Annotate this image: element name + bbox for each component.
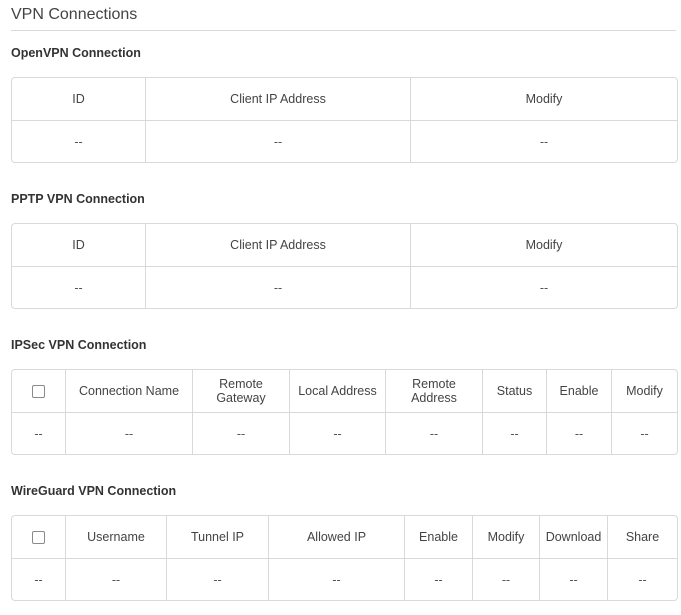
table-header-row: Connection Name Remote Gateway Local Add… <box>12 370 677 413</box>
table-header-row: ID Client IP Address Modify <box>12 78 677 121</box>
cell-select: -- <box>12 559 66 600</box>
column-header-client-ip: Client IP Address <box>146 78 411 121</box>
openvpn-section-title: OpenVPN Connection <box>11 46 141 60</box>
cell-modify: -- <box>539 134 549 149</box>
cell-local-address: -- <box>290 413 386 454</box>
title-divider <box>11 30 676 31</box>
select-all-checkbox[interactable] <box>32 531 45 545</box>
column-header-modify: Modify <box>612 370 677 413</box>
pptp-table: ID Client IP Address Modify -- -- -- <box>11 223 678 309</box>
cell-client-ip: -- <box>146 267 411 308</box>
cell-select: -- <box>12 413 66 454</box>
column-header-remote-address: Remote Address <box>386 370 483 413</box>
column-header-tunnel-ip: Tunnel IP <box>167 516 269 559</box>
cell-id: -- <box>12 267 146 308</box>
cell-username: -- <box>66 559 167 600</box>
cell-client-ip: -- <box>146 121 411 162</box>
column-header-local-address: Local Address <box>290 370 386 413</box>
column-header-modify: Modify <box>473 516 540 559</box>
table-row: -- -- -- <box>12 267 677 308</box>
column-header-modify: Modify <box>411 78 677 121</box>
column-header-allowed-ip: Allowed IP <box>269 516 405 559</box>
wireguard-section-title: WireGuard VPN Connection <box>11 484 177 498</box>
column-header-id: ID <box>12 78 146 121</box>
column-header-status: Status <box>483 370 547 413</box>
select-all-cell <box>12 516 66 559</box>
pptp-section-title: PPTP VPN Connection <box>11 192 145 206</box>
wireguard-table: Username Tunnel IP Allowed IP Enable Mod… <box>11 515 678 601</box>
ipsec-section-title: IPSec VPN Connection <box>11 338 147 352</box>
select-all-checkbox[interactable] <box>32 385 45 399</box>
cell-enable: -- <box>547 413 612 454</box>
column-header-username: Username <box>66 516 167 559</box>
cell-status: -- <box>483 413 547 454</box>
column-header-enable: Enable <box>547 370 612 413</box>
column-header-modify: Modify <box>411 224 677 267</box>
column-header-connection-name: Connection Name <box>66 370 193 413</box>
cell-id: -- <box>12 121 146 162</box>
column-header-id: ID <box>12 224 146 267</box>
cell-modify: -- <box>539 280 549 295</box>
cell-allowed-ip: -- <box>269 559 405 600</box>
column-header-share: Share <box>608 516 677 559</box>
page-title: VPN Connections <box>11 6 138 23</box>
cell-download: -- <box>540 559 608 600</box>
table-header-row: ID Client IP Address Modify <box>12 224 677 267</box>
table-row: -- -- -- <box>12 121 677 162</box>
table-header-row: Username Tunnel IP Allowed IP Enable Mod… <box>12 516 677 559</box>
cell-modify: -- <box>640 426 649 441</box>
cell-connection-name: -- <box>66 413 193 454</box>
openvpn-table: ID Client IP Address Modify -- -- -- <box>11 77 678 163</box>
select-all-cell <box>12 370 66 413</box>
column-header-client-ip: Client IP Address <box>146 224 411 267</box>
table-row: -- -- -- -- -- -- -- -- <box>12 413 677 454</box>
cell-modify: -- <box>473 559 540 600</box>
column-header-download: Download <box>540 516 608 559</box>
cell-tunnel-ip: -- <box>167 559 269 600</box>
cell-share: -- <box>638 572 647 587</box>
column-header-enable: Enable <box>405 516 473 559</box>
ipsec-table: Connection Name Remote Gateway Local Add… <box>11 369 678 455</box>
cell-enable: -- <box>405 559 473 600</box>
cell-remote-address: -- <box>386 413 483 454</box>
cell-remote-gateway: -- <box>193 413 290 454</box>
column-header-remote-gateway: Remote Gateway <box>193 370 290 413</box>
table-row: -- -- -- -- -- -- -- -- <box>12 559 677 600</box>
